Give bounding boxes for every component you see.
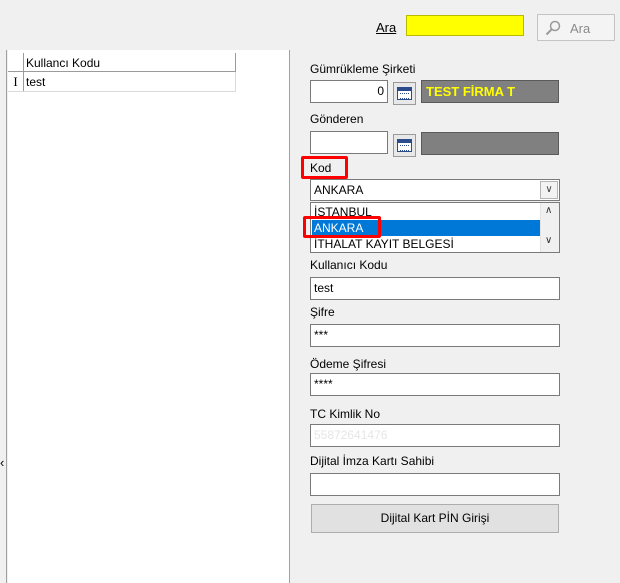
search-input[interactable] [406, 15, 524, 36]
payment-password-input[interactable]: **** [310, 373, 560, 396]
digital-card-pin-button[interactable]: Dijital Kart PİN Girişi [311, 504, 559, 533]
search-button-label: Ara [570, 21, 591, 36]
list-scrollbar[interactable]: ∧ ∨ [540, 203, 559, 252]
column-header-user-code[interactable]: Kullancı Kodu [26, 56, 100, 70]
kod-combobox[interactable]: ANKARA ∨ [310, 179, 560, 201]
top-toolbar: Ara Ara [0, 0, 620, 50]
chevron-down-icon[interactable]: ∨ [545, 235, 552, 246]
payment-password-label: Ödeme Şifresi [310, 357, 387, 371]
row-indicator: I [8, 72, 24, 91]
column-separator[interactable] [235, 53, 236, 71]
user-code-label: Kullanıcı Kodu [310, 258, 388, 272]
grid-header-indicator [8, 53, 24, 71]
table-cell[interactable]: test [26, 75, 45, 89]
sender-code-input[interactable] [310, 131, 388, 154]
table-row[interactable]: I test [8, 72, 236, 92]
column-separator [235, 72, 236, 91]
customs-company-picker-button[interactable] [393, 82, 416, 105]
user-code-input[interactable]: test [310, 277, 560, 300]
calendar-list-icon [397, 139, 412, 152]
signature-owner-input[interactable] [310, 473, 560, 496]
tc-identity-label: TC Kimlik No [310, 407, 381, 421]
calendar-list-icon [397, 87, 412, 100]
chevron-up-icon[interactable]: ∧ [545, 205, 552, 216]
left-splitter[interactable] [0, 50, 8, 583]
detail-form: Gümrükleme Şirketi 0 TEST FİRMA T Gönder… [290, 50, 620, 583]
customs-company-name: TEST FİRMA T [421, 80, 559, 103]
customs-company-code-input[interactable]: 0 [310, 80, 388, 103]
sender-picker-button[interactable] [393, 134, 416, 157]
search-icon [545, 20, 561, 36]
customs-company-label: Gümrükleme Şirketi [310, 62, 416, 76]
password-label: Şifre [310, 305, 335, 319]
kod-selected-value: ANKARA [314, 183, 364, 197]
kod-label-highlight [301, 156, 348, 179]
chevron-down-icon[interactable]: ∨ [540, 181, 558, 199]
sender-name [421, 132, 559, 155]
search-button[interactable]: Ara [537, 14, 615, 41]
signature-owner-label: Dijital İmza Kartı Sahibi [310, 454, 435, 468]
list-item[interactable]: İTHALAT KAYIT BELGESİ [312, 236, 542, 252]
sender-label: Gönderen [310, 112, 364, 126]
user-grid: Kullancı Kodu I test [8, 50, 290, 583]
selected-option-highlight [303, 216, 381, 238]
splitter-line [6, 50, 7, 583]
collapse-arrow-icon[interactable]: ‹ [0, 455, 4, 470]
password-input[interactable]: *** [310, 324, 560, 347]
tc-identity-input[interactable]: 55872641476 [310, 424, 560, 447]
search-label: Ara [376, 20, 397, 35]
grid-header: Kullancı Kodu [8, 53, 236, 72]
